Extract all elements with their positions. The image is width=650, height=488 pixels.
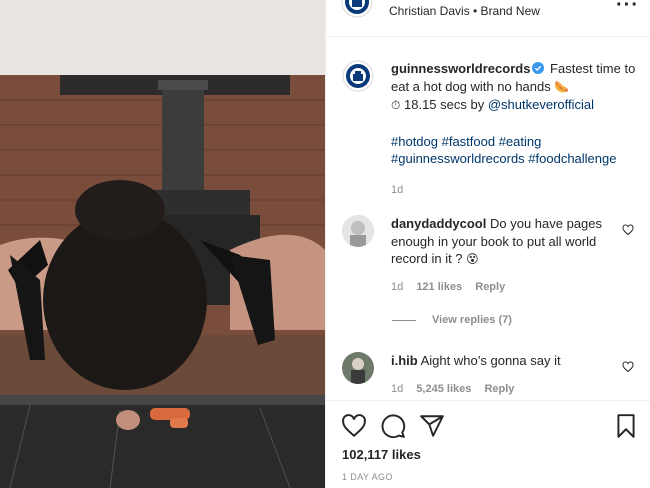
post-likes[interactable]: 102,117 likes (342, 447, 421, 462)
view-replies-button[interactable]: View replies (7) (392, 314, 512, 326)
comment-meta: 1d 121 likes Reply (391, 281, 505, 293)
comment-likes[interactable]: 5,245 likes (416, 383, 471, 395)
post-panel: Christian Davis • Brand New ··· guinness… (325, 0, 650, 488)
comment-likes[interactable]: 121 likes (416, 281, 462, 293)
hotdog-emoji: 🌭 (554, 79, 570, 94)
comment-reply[interactable]: Reply (484, 383, 514, 395)
caption-body: guinnessworldrecords Fastest time to eat… (391, 60, 636, 199)
comment-meta: 1d 5,245 likes Reply (391, 383, 514, 395)
comment-age[interactable]: 1d (391, 281, 403, 293)
comment-text: Aight who’s gonna say it (420, 353, 561, 368)
caption-username[interactable]: guinnessworldrecords (391, 61, 530, 76)
commenter-avatar-image (342, 352, 374, 384)
post-actions: 102,117 likes 1 DAY AGO (326, 400, 650, 488)
comment-like-icon[interactable] (622, 361, 634, 373)
more-icon[interactable]: ··· (616, 0, 639, 17)
caption-avatar[interactable] (342, 60, 374, 92)
bookmark-icon[interactable] (613, 413, 639, 439)
comment-icon[interactable] (380, 413, 406, 439)
header-subtitle[interactable]: Christian Davis • Brand New (389, 4, 540, 18)
comment-like-icon[interactable] (622, 224, 634, 236)
caption-age[interactable]: 1d (391, 182, 636, 200)
comment-age[interactable]: 1d (391, 383, 403, 395)
caption-mention[interactable]: @shutkeverofficial (488, 97, 594, 112)
gwr-logo-icon (342, 60, 374, 92)
view-replies-divider (392, 319, 416, 321)
post-photo[interactable] (0, 0, 325, 488)
verified-icon (532, 62, 545, 74)
share-icon[interactable] (419, 413, 445, 439)
comment-emoji: 😵 (466, 252, 479, 266)
comment-username[interactable]: danydaddycool (391, 216, 486, 231)
comment-body: i.hib Aight who’s gonna say it (391, 352, 606, 370)
heart-icon[interactable] (341, 413, 367, 439)
caption-time: 18.15 secs by (404, 97, 485, 112)
post-time-ago[interactable]: 1 DAY AGO (342, 472, 393, 482)
commenter-avatar-image (342, 215, 374, 247)
gwr-logo-icon (341, 0, 373, 18)
caption-hashtags[interactable]: #hotdog #fastfood #eating #guinnessworld… (391, 133, 636, 168)
view-replies-label: View replies (7) (432, 314, 512, 326)
commenter-avatar[interactable] (342, 215, 374, 247)
post-header: Christian Davis • Brand New ··· (326, 0, 650, 37)
account-avatar[interactable] (341, 0, 373, 18)
comment-username[interactable]: i.hib (391, 353, 418, 368)
photo-illustration (0, 0, 325, 488)
comment-reply[interactable]: Reply (475, 281, 505, 293)
commenter-avatar[interactable] (342, 352, 374, 384)
comment-body: danydaddycool Do you have pages enough i… (391, 215, 606, 269)
timer-emoji: ⏱ (391, 98, 401, 112)
